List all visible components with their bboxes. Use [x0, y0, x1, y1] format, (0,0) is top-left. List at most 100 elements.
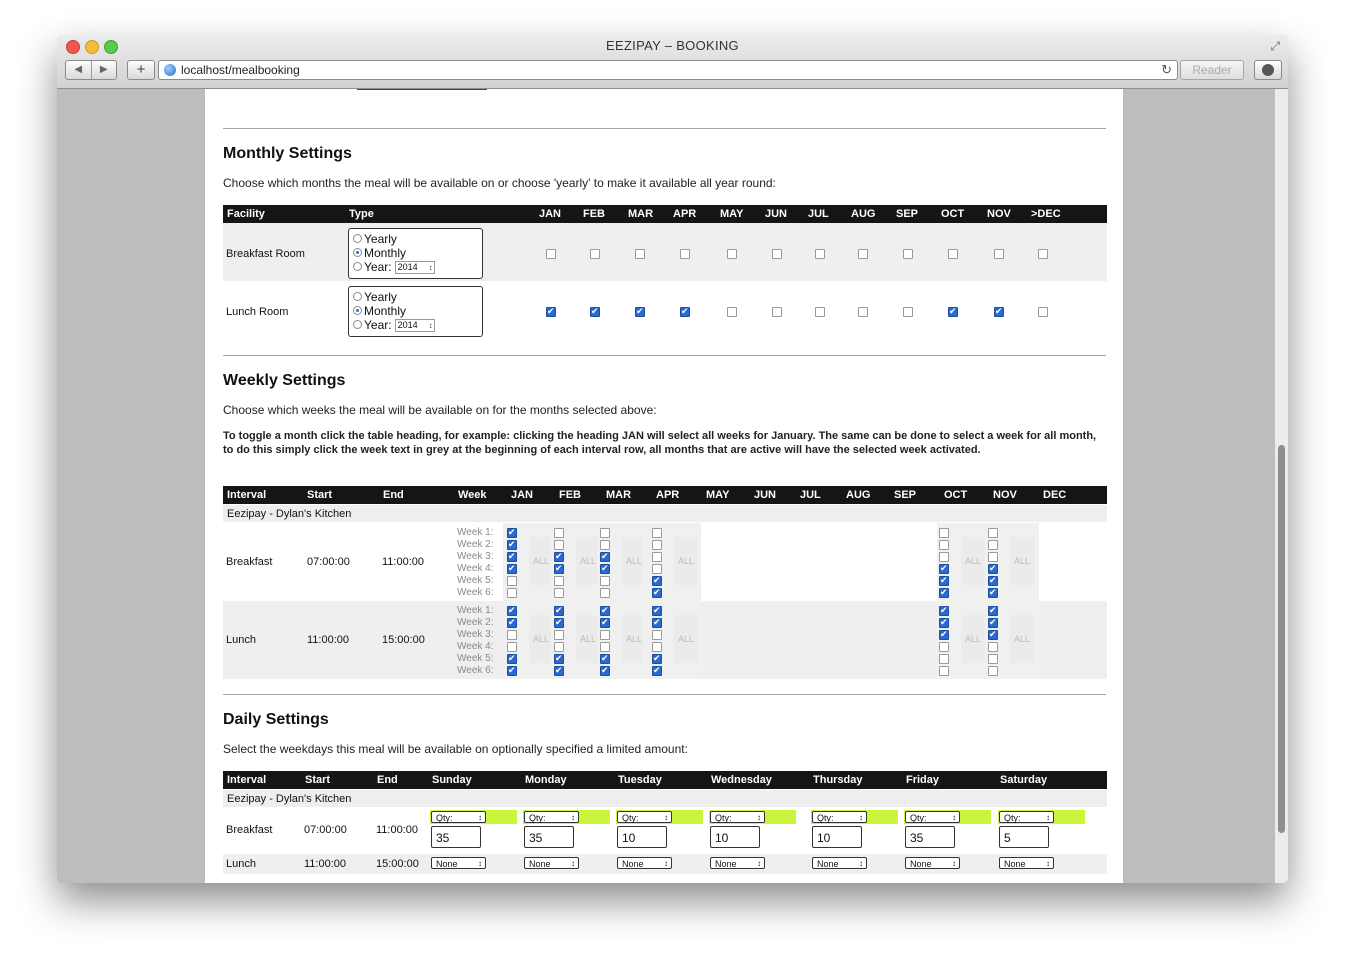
- week-checkbox-apr[interactable]: [652, 652, 662, 664]
- week-checkbox-apr[interactable]: [652, 528, 662, 538]
- week-checkbox-feb[interactable]: [554, 664, 564, 676]
- address-bar[interactable]: localhost/mealbooking ↻: [158, 60, 1178, 80]
- month-checkbox-may[interactable]: [727, 307, 737, 317]
- week-checkbox-feb[interactable]: [554, 550, 564, 562]
- year-select[interactable]: 2014: [394, 319, 435, 333]
- month-header-may[interactable]: MAY: [720, 208, 743, 220]
- week-checkbox-apr[interactable]: [652, 630, 662, 640]
- qty-input-wednesday[interactable]: 10: [710, 826, 760, 848]
- week-checkbox-jan[interactable]: [507, 550, 517, 562]
- week-checkbox-jan[interactable]: [507, 652, 517, 664]
- week-checkbox-jan[interactable]: [507, 562, 517, 574]
- back-icon[interactable]: ◀: [66, 61, 92, 79]
- qty-input-sunday[interactable]: 35: [431, 826, 481, 848]
- month-header-mar[interactable]: MAR: [628, 208, 653, 220]
- qty-mode-select-thursday[interactable]: Qty:: [812, 811, 867, 824]
- qty-mode-select-thursday[interactable]: None: [812, 857, 867, 870]
- qty-mode-select-tuesday[interactable]: Qty:: [617, 811, 672, 824]
- radio-monthly[interactable]: [353, 248, 362, 258]
- week-checkbox-oct[interactable]: [939, 528, 949, 538]
- week-checkbox-nov[interactable]: [988, 552, 998, 562]
- week-month-header-jan[interactable]: JAN: [511, 489, 533, 501]
- month-checkbox-mar[interactable]: [635, 305, 645, 317]
- month-checkbox-nov[interactable]: [994, 305, 1004, 317]
- week-month-header-may[interactable]: MAY: [706, 489, 729, 501]
- radio-yearly[interactable]: [353, 292, 362, 302]
- week-label[interactable]: Week 5:: [457, 653, 494, 665]
- week-checkbox-mar[interactable]: [600, 630, 610, 640]
- type-option[interactable]: Year: 2014: [353, 260, 435, 275]
- qty-mode-select-tuesday[interactable]: None: [617, 857, 672, 870]
- month-checkbox-jan[interactable]: [546, 305, 556, 317]
- week-month-header-aug[interactable]: AUG: [846, 489, 870, 501]
- month-header-sep[interactable]: SEP: [896, 208, 918, 220]
- week-checkbox-feb[interactable]: [554, 616, 564, 628]
- week-checkbox-nov[interactable]: [988, 562, 998, 574]
- week-label[interactable]: Week 1:: [457, 527, 494, 539]
- all-weeks-button[interactable]: ALL: [1010, 615, 1034, 663]
- week-label[interactable]: Week 3:: [457, 629, 494, 641]
- qty-input-thursday[interactable]: 10: [812, 826, 862, 848]
- week-label[interactable]: Week 2:: [457, 617, 494, 629]
- week-checkbox-apr[interactable]: [652, 616, 662, 628]
- week-checkbox-feb[interactable]: [554, 562, 564, 574]
- month-checkbox-may[interactable]: [727, 249, 737, 259]
- week-label[interactable]: Week 6:: [457, 665, 494, 677]
- reader-button[interactable]: Reader: [1180, 60, 1244, 80]
- qty-input-monday[interactable]: 35: [524, 826, 574, 848]
- radio-year[interactable]: [353, 320, 362, 330]
- fullscreen-icon[interactable]: ⤢: [1270, 39, 1280, 54]
- month-header-dec[interactable]: >DEC: [1031, 208, 1061, 220]
- all-weeks-button[interactable]: ALL: [1010, 537, 1034, 585]
- week-checkbox-oct[interactable]: [939, 552, 949, 562]
- month-checkbox-apr[interactable]: [680, 249, 690, 259]
- month-checkbox-jul[interactable]: [815, 249, 825, 259]
- month-checkbox-sep[interactable]: [903, 307, 913, 317]
- week-label[interactable]: Week 1:: [457, 605, 494, 617]
- month-checkbox-jan[interactable]: [546, 249, 556, 259]
- week-checkbox-nov[interactable]: [988, 586, 998, 598]
- week-checkbox-jan[interactable]: [507, 616, 517, 628]
- month-header-aug[interactable]: AUG: [851, 208, 875, 220]
- week-checkbox-nov[interactable]: [988, 540, 998, 550]
- month-checkbox-oct[interactable]: [948, 305, 958, 317]
- week-checkbox-mar[interactable]: [600, 652, 610, 664]
- week-checkbox-apr[interactable]: [652, 664, 662, 676]
- qty-mode-select-friday[interactable]: Qty:: [905, 811, 960, 824]
- all-weeks-button[interactable]: ALL: [961, 537, 985, 585]
- week-month-header-jul[interactable]: JUL: [800, 489, 821, 501]
- week-checkbox-apr[interactable]: [652, 604, 662, 616]
- week-checkbox-nov[interactable]: [988, 604, 998, 616]
- week-checkbox-mar[interactable]: [600, 616, 610, 628]
- qty-mode-select-sunday[interactable]: Qty:: [431, 811, 486, 824]
- week-checkbox-oct[interactable]: [939, 654, 949, 664]
- week-checkbox-oct[interactable]: [939, 628, 949, 640]
- month-header-oct[interactable]: OCT: [941, 208, 964, 220]
- type-option[interactable]: Year: 2014: [353, 318, 435, 333]
- type-option[interactable]: Yearly: [353, 290, 397, 304]
- type-option[interactable]: Monthly: [353, 304, 406, 318]
- week-checkbox-jan[interactable]: [507, 588, 517, 598]
- qty-mode-select-monday[interactable]: Qty:: [524, 811, 579, 824]
- qty-mode-select-wednesday[interactable]: Qty:: [710, 811, 765, 824]
- week-month-header-dec[interactable]: DEC: [1043, 489, 1066, 501]
- week-checkbox-jan[interactable]: [507, 526, 517, 538]
- week-checkbox-apr[interactable]: [652, 574, 662, 586]
- week-checkbox-feb[interactable]: [554, 540, 564, 550]
- month-checkbox-dec[interactable]: [1038, 307, 1048, 317]
- week-label[interactable]: Week 6:: [457, 587, 494, 599]
- month-header-nov[interactable]: NOV: [987, 208, 1011, 220]
- week-label[interactable]: Week 2:: [457, 539, 494, 551]
- qty-mode-select-wednesday[interactable]: None: [710, 857, 765, 870]
- week-label[interactable]: Week 3:: [457, 551, 494, 563]
- week-month-header-jun[interactable]: JUN: [754, 489, 776, 501]
- week-month-header-apr[interactable]: APR: [656, 489, 679, 501]
- all-weeks-button[interactable]: ALL: [674, 537, 698, 585]
- qty-input-saturday[interactable]: 5: [999, 826, 1049, 848]
- new-tab-button[interactable]: +: [127, 60, 155, 80]
- week-checkbox-mar[interactable]: [600, 562, 610, 574]
- month-header-jul[interactable]: JUL: [808, 208, 829, 220]
- week-checkbox-feb[interactable]: [554, 576, 564, 586]
- week-checkbox-feb[interactable]: [554, 652, 564, 664]
- all-weeks-button[interactable]: ALL: [529, 615, 553, 663]
